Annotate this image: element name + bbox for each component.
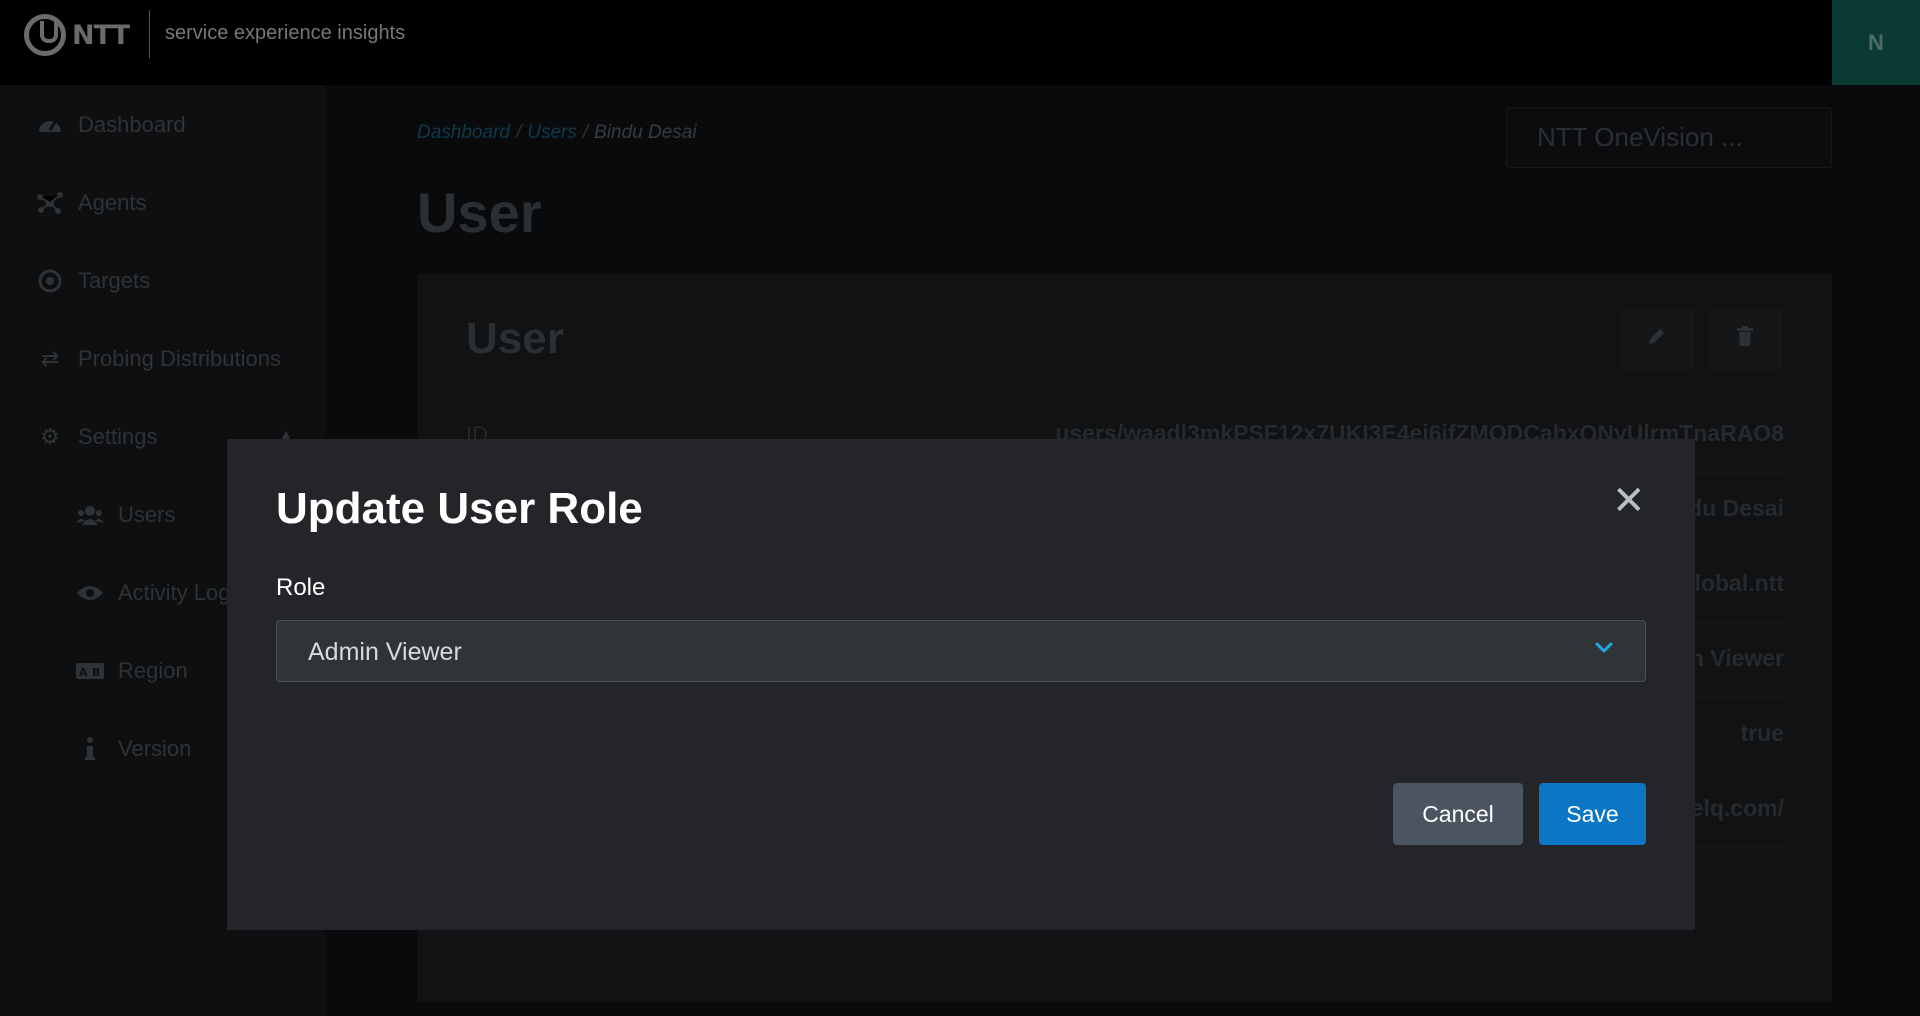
top-bar: NTT service experience insights N — [0, 0, 1920, 85]
app-subtitle: service experience insights — [165, 22, 406, 44]
logo-divider — [149, 10, 150, 58]
user-avatar[interactable]: N — [1832, 0, 1920, 85]
chevron-down-icon — [1593, 636, 1615, 658]
modal-title: Update User Role — [276, 484, 643, 533]
brand-name: NTT — [72, 19, 130, 51]
ntt-logo-icon — [24, 14, 66, 56]
update-role-modal: Update User Role ✕ Role Admin Viewer Can… — [227, 439, 1695, 930]
brand-logo[interactable]: NTT — [24, 14, 130, 56]
role-select[interactable]: Admin Viewer — [276, 620, 1646, 682]
close-icon[interactable]: ✕ — [1612, 481, 1646, 521]
save-button[interactable]: Save — [1539, 783, 1646, 845]
app-root: NTT service experience insights N Dashbo… — [0, 0, 1920, 1016]
role-field-label: Role — [276, 574, 326, 601]
role-select-value: Admin Viewer — [308, 638, 462, 666]
cancel-button[interactable]: Cancel — [1393, 783, 1523, 845]
